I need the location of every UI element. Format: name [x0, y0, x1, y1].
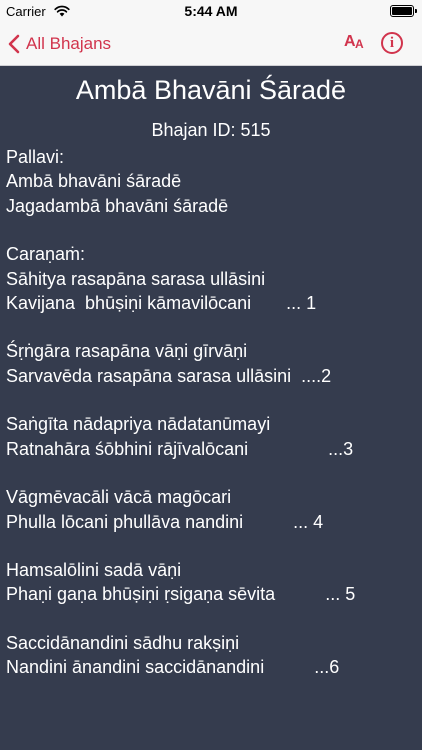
lyric-line: Saṅgīta nādapriya nādatanūmayi: [6, 414, 271, 435]
lyric-line: Ratnahāra śōbhini rājīvalōcani ...3: [6, 438, 354, 459]
lyric-line: Phaṇi gaṇa bhūṣiṇi ṛsigaṇa sēvita ... 5: [6, 584, 356, 605]
lyric-line: Śṛṅgāra rasapāna vāṇi gīrvāṇi: [6, 341, 248, 362]
text-size-button[interactable]: A A: [340, 32, 366, 56]
lyric-line: Ambā bhavāni śāradē: [6, 171, 182, 192]
lyric-line: Vāgmēvacāli vācā magōcari: [6, 487, 232, 508]
lyric-line: Sāhitya rasapāna sarasa ullāsini: [6, 268, 266, 289]
lyric-line: Kavijana bhūṣiṇi kāmavilōcani ... 1: [6, 292, 317, 313]
bhajan-id: Bhajan ID: 515: [151, 120, 271, 140]
back-button-label: All Bhajans: [26, 34, 112, 53]
bhajan-title: Ambā Bhavāni Śāradē: [75, 75, 347, 105]
clock: 5:44 AM: [184, 3, 238, 19]
info-button[interactable]: i: [381, 32, 403, 54]
back-button[interactable]: All Bhajans: [8, 22, 111, 66]
text-size-icon-large-a: A: [344, 33, 356, 50]
lyric-line: Sarvavēda rasapāna sarasa ullāsini ....2: [6, 365, 332, 386]
text-size-icon-small-a: A: [355, 37, 364, 51]
lyric-line: Pallavi:: [6, 147, 65, 167]
lyric-line: Phulla lōcani phullāva nandini ... 4: [6, 511, 324, 532]
bhajan-content[interactable]: Ambā Bhavāni Śāradē Bhajan ID: 515 Palla…: [0, 67, 422, 750]
info-icon: i: [389, 35, 395, 51]
lyric-line: Jagadambā bhavāni śāradē: [6, 195, 229, 216]
lyric-line: Hamsalōlini sadā vāṇi: [6, 560, 182, 581]
navigation-bar: All Bhajans A A i: [0, 22, 422, 66]
chevron-left-icon: [8, 34, 20, 54]
lyric-line: Nandini ānandini saccidānandini ...6: [6, 657, 340, 678]
lyric-line: Saccidānandini sādhu rakṣiṇi: [6, 633, 240, 653]
battery-icon: [390, 5, 417, 17]
lyric-line: Caraṇaṁ:: [6, 244, 86, 265]
status-bar: Carrier 5:44 AM: [0, 0, 422, 22]
